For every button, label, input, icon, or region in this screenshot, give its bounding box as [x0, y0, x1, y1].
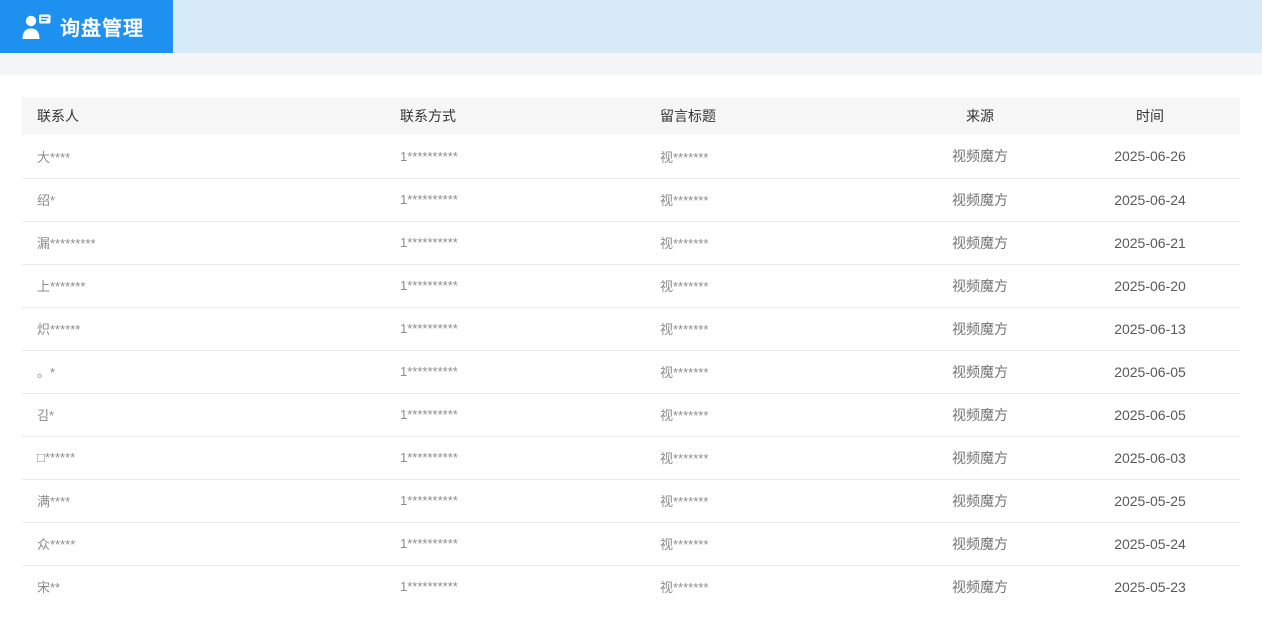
- cell-source: 视频魔方: [952, 535, 1008, 552]
- cell-phone: 1**********: [400, 235, 458, 250]
- cell-source: 视频魔方: [952, 449, 1008, 466]
- table-row: 满**** 1********** 视******* 视频魔方 2025-05-…: [22, 479, 1240, 522]
- cell-contact: 宋**: [37, 580, 61, 596]
- cell-phone: 1**********: [400, 321, 458, 336]
- table-row: 宋** 1********** 视******* 视频魔方 2025-05-23: [22, 565, 1240, 608]
- cell-contact: 大****: [37, 149, 71, 165]
- cell-title: 视*******: [660, 193, 709, 208]
- page-divider-strip: [0, 53, 1262, 75]
- cell-contact: 满****: [37, 494, 71, 509]
- column-header-phone: 联系方式: [400, 108, 456, 124]
- cell-source: 视频魔方: [952, 406, 1008, 423]
- table-row: 众***** 1********** 视******* 视频魔方 2025-05…: [22, 522, 1240, 565]
- cell-date: 2025-06-13: [1114, 320, 1186, 337]
- cell-date: 2025-05-23: [1114, 578, 1186, 595]
- table-row: 上******* 1********** 视******* 视频魔方 2025-…: [22, 264, 1240, 307]
- table-row: 绍* 1********** 视******* 视频魔方 2025-06-24: [22, 178, 1240, 221]
- top-band: 询盘管理: [0, 0, 1262, 53]
- cell-source: 视频魔方: [952, 191, 1008, 208]
- cell-title: 视*******: [660, 494, 709, 509]
- inquiry-table: 联系人 联系方式 留言标题 来源 时间 大**** 1********** 视*…: [22, 97, 1240, 608]
- cell-phone: 1**********: [400, 278, 458, 293]
- cell-phone: 1**********: [400, 579, 458, 595]
- main-content: 联系人 联系方式 留言标题 来源 时间 大**** 1********** 视*…: [0, 97, 1262, 608]
- cell-contact: 漏*********: [37, 236, 96, 251]
- column-header-title: 留言标题: [660, 108, 716, 124]
- cell-phone: 1**********: [400, 192, 458, 207]
- cell-date: 2025-06-26: [1114, 148, 1186, 165]
- cell-source: 视频魔方: [952, 148, 1008, 165]
- cell-source: 视频魔方: [952, 492, 1008, 509]
- table-row: 김* 1********** 视******* 视频魔方 2025-06-05: [22, 393, 1240, 436]
- cell-date: 2025-06-03: [1114, 449, 1186, 466]
- table-row: □****** 1********** 视******* 视频魔方 2025-0…: [22, 436, 1240, 479]
- cell-contact: 炽******: [37, 322, 81, 337]
- column-header-contact: 联系人: [37, 108, 79, 124]
- cell-title: 视*******: [660, 451, 709, 466]
- cell-phone: 1**********: [400, 407, 458, 422]
- cell-date: 2025-06-05: [1114, 406, 1186, 423]
- cell-title: 视*******: [660, 580, 709, 596]
- cell-date: 2025-06-24: [1114, 191, 1186, 208]
- cell-title: 视*******: [660, 279, 709, 294]
- cell-title: 视*******: [660, 365, 709, 380]
- table-header: 联系人 联系方式 留言标题 来源 时间: [22, 97, 1240, 135]
- cell-source: 视频魔方: [952, 234, 1008, 251]
- cell-date: 2025-06-20: [1114, 277, 1186, 294]
- table-body: 大**** 1********** 视******* 视频魔方 2025-06-…: [22, 135, 1240, 608]
- cell-phone: 1**********: [400, 148, 458, 164]
- cell-phone: 1**********: [400, 536, 458, 551]
- cell-date: 2025-06-05: [1114, 363, 1186, 380]
- cell-title: 视*******: [660, 322, 709, 337]
- page-title: 询盘管理: [60, 18, 144, 40]
- cell-contact: □******: [37, 450, 76, 465]
- table-row: 漏********* 1********** 视******* 视频魔方 202…: [22, 221, 1240, 264]
- cell-contact: 绍*: [37, 193, 56, 208]
- table-row: 大**** 1********** 视******* 视频魔方 2025-06-…: [22, 135, 1240, 178]
- inquiry-table-container: 联系人 联系方式 留言标题 来源 时间 大**** 1********** 视*…: [22, 97, 1240, 608]
- cell-source: 视频魔方: [952, 277, 1008, 294]
- column-header-source: 来源: [966, 108, 994, 124]
- cell-title: 视*******: [660, 537, 709, 552]
- cell-phone: 1**********: [400, 493, 458, 508]
- cell-date: 2025-06-21: [1114, 234, 1186, 251]
- cell-date: 2025-05-25: [1114, 492, 1186, 509]
- cell-contact: 。*: [37, 365, 56, 380]
- cell-source: 视频魔方: [952, 363, 1008, 380]
- cell-date: 2025-05-24: [1114, 535, 1186, 552]
- cell-source: 视频魔方: [952, 320, 1008, 337]
- cell-phone: 1**********: [400, 364, 458, 379]
- cell-contact: 众*****: [37, 537, 76, 552]
- cell-phone: 1**********: [400, 450, 458, 465]
- person-message-icon: [20, 13, 52, 41]
- table-row: 。* 1********** 视******* 视频魔方 2025-06-05: [22, 350, 1240, 393]
- column-header-date: 时间: [1136, 108, 1164, 124]
- cell-contact: 김*: [37, 408, 55, 423]
- cell-title: 视*******: [660, 236, 709, 251]
- cell-title: 视*******: [660, 408, 709, 423]
- cell-source: 视频魔方: [952, 578, 1008, 595]
- tab-inquiry-management[interactable]: 询盘管理: [0, 0, 173, 53]
- table-row: 炽****** 1********** 视******* 视频魔方 2025-0…: [22, 307, 1240, 350]
- cell-title: 视*******: [660, 149, 709, 165]
- cell-contact: 上*******: [37, 279, 86, 294]
